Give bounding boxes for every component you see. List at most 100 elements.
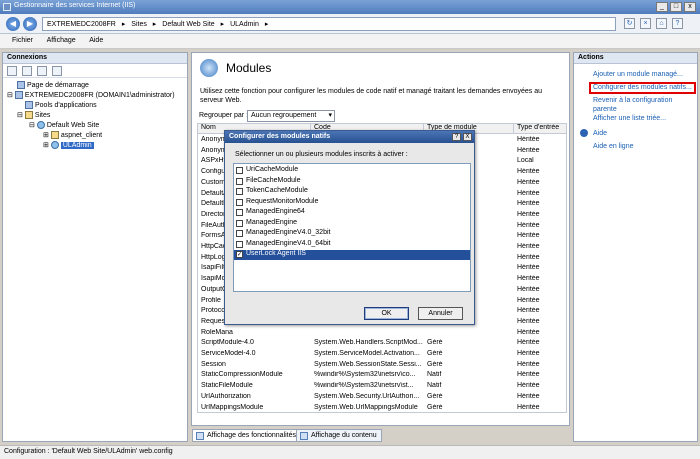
table-row[interactable]: UrlMappingsModule System.Web.UrlMappingsM…	[198, 403, 566, 413]
cell-entry-type: Héritée	[517, 210, 540, 218]
home-icon[interactable]: ⌂	[656, 18, 667, 29]
chevron-right-icon: ▸	[152, 21, 157, 28]
menu-help[interactable]: Aide	[89, 37, 103, 44]
modules-icon	[200, 59, 218, 77]
cell-module-type: Natif	[427, 371, 442, 379]
breadcrumb[interactable]: EXTREMEDC2008FR ▸ Sites ▸ Default Web Si…	[42, 17, 616, 31]
actions-panel: Actions Ajouter un module managé... Conf…	[573, 52, 698, 442]
tree-item-server[interactable]: ⊟ EXTREMEDC2008FR (DOMAIN1\administrator…	[7, 91, 175, 100]
module-list-item[interactable]: TokenCacheModule	[234, 187, 470, 197]
breadcrumb-item[interactable]: EXTREMEDC2008FR	[47, 21, 116, 28]
column-header-entry-type[interactable]: Type d'entrée	[514, 124, 566, 134]
breadcrumb-item[interactable]: Default Web Site	[162, 21, 214, 28]
table-row[interactable]: ScriptModule-4.0 System.Web.Handlers.Scri…	[198, 339, 566, 349]
tree-item-sites[interactable]: ⊟ Sites	[17, 111, 50, 120]
cell-entry-type: Héritée	[517, 200, 540, 208]
menu-view[interactable]: Affichage	[47, 37, 76, 44]
up-icon[interactable]	[36, 66, 47, 76]
module-checkbox[interactable]	[236, 198, 243, 206]
tree-item-default-web-site[interactable]: ⊟ Default Web Site	[29, 121, 99, 130]
cell-name: ServiceModel-4.0	[201, 350, 256, 357]
module-list-item[interactable]: ManagedEngineV4.0_32bit	[234, 229, 470, 239]
cell-entry-type: Héritée	[517, 350, 540, 357]
module-checkbox[interactable]	[236, 209, 243, 216]
refresh-icon[interactable]: ↻	[624, 18, 635, 29]
minimize-button[interactable]: _	[656, 2, 668, 12]
table-row[interactable]: RoleMana Héritée	[198, 329, 566, 339]
ok-button[interactable]: OK	[364, 307, 409, 320]
table-row[interactable]: StaticCompressionModule %windir%\System32…	[198, 371, 566, 381]
menu-bar: Fichier Affichage Aide	[0, 34, 700, 49]
tree-item-uladmin[interactable]: ⊞ ULAdmin	[43, 141, 94, 150]
cell-entry-type: Héritée	[517, 296, 540, 304]
status-bar: Configuration : 'Default Web Site/ULAdmi…	[0, 445, 700, 459]
view-ordered-list-link[interactable]: Afficher une liste triée...	[593, 114, 666, 123]
cell-entry-type: Héritée	[517, 403, 540, 411]
module-checkbox[interactable]	[236, 177, 243, 185]
cell-entry-type: Héritée	[517, 339, 540, 347]
module-list-item[interactable]: RequestMonitorModule	[234, 198, 470, 208]
table-row[interactable]: Session System.Web.SessionState.Sessi... G…	[198, 360, 566, 371]
dialog-close-button[interactable]: X	[463, 133, 472, 141]
connect-icon[interactable]	[7, 66, 17, 76]
breadcrumb-item[interactable]: Sites	[131, 21, 147, 28]
cancel-button[interactable]: Annuler	[418, 307, 463, 320]
module-checkbox[interactable]	[236, 219, 243, 227]
module-list-item[interactable]: ManagedEngine	[234, 219, 470, 229]
module-list-item[interactable]: ManagedEngineV4.0_64bit	[234, 240, 470, 250]
table-row[interactable]: UrlAuthorization System.Web.Security.UrlA…	[198, 393, 566, 403]
save-icon[interactable]	[21, 66, 32, 76]
breadcrumb-item[interactable]: ULAdmin	[230, 21, 259, 28]
module-label: TokenCacheModule	[246, 187, 308, 194]
tree-item-start-page[interactable]: Page de démarrage	[17, 81, 89, 89]
table-row[interactable]: ServiceModel-4.0 System.ServiceModel.Acti…	[198, 350, 566, 360]
server-icon	[14, 91, 23, 100]
features-view-icon	[196, 432, 204, 440]
add-managed-module-link[interactable]: Ajouter un module managé...	[593, 70, 683, 79]
module-checkbox[interactable]	[236, 240, 243, 248]
forward-arrow-icon[interactable]: ▶	[23, 17, 37, 31]
tab-content-view[interactable]: Affichage du contenu	[296, 429, 382, 442]
online-help-link[interactable]: Aide en ligne	[593, 142, 633, 151]
close-button[interactable]: x	[684, 2, 696, 12]
cell-code: System.Web.Handlers.ScriptMod...	[314, 339, 423, 347]
cell-code: %windir%\System32\inetsrv\co...	[314, 371, 416, 379]
address-bar: ◀ ▶ EXTREMEDC2008FR ▸ Sites ▸ Default We…	[0, 14, 700, 34]
revert-to-parent-link[interactable]: Revenir à la configuration parente	[593, 96, 693, 114]
module-list-item[interactable]: FileCacheModule	[234, 177, 470, 187]
module-checkbox[interactable]	[236, 167, 243, 174]
disconnect-icon[interactable]	[51, 66, 62, 76]
group-by-select[interactable]: Aucun regroupement	[247, 110, 335, 122]
maximize-button[interactable]: □	[670, 2, 682, 12]
tab-features-view[interactable]: Affichage des fonctionnalités	[192, 429, 301, 442]
module-checkbox[interactable]: ✓	[236, 251, 243, 258]
cell-entry-type: Local	[517, 157, 534, 165]
stop-icon[interactable]: ×	[640, 18, 651, 29]
cell-name: ScriptModule-4.0	[201, 339, 254, 347]
module-list-item[interactable]: ManagedEngine64	[234, 208, 470, 218]
connections-header: Connexions	[3, 53, 187, 64]
collapse-icon[interactable]: ⊟	[7, 92, 13, 99]
tree-item-aspnet-client[interactable]: ⊞ aspnet_client	[43, 131, 102, 140]
collapse-icon[interactable]: ⊟	[29, 122, 35, 129]
tree-item-app-pools[interactable]: Pools d'applications	[25, 101, 97, 109]
module-label: UriCacheModule	[246, 166, 299, 173]
menu-file[interactable]: Fichier	[12, 37, 33, 44]
back-arrow-icon[interactable]: ◀	[6, 17, 20, 31]
group-by-bar: Regrouper par : Aucun regroupement	[197, 110, 566, 123]
expand-icon[interactable]: ⊞	[43, 142, 49, 149]
module-checkbox[interactable]	[236, 188, 243, 195]
iis-app-icon	[3, 3, 11, 11]
cell-module-type: Géré	[427, 350, 443, 357]
expand-icon[interactable]: ⊞	[43, 132, 49, 139]
cell-module-type: Géré	[427, 403, 443, 411]
module-list-item[interactable]: UriCacheModule	[234, 166, 470, 176]
help-link[interactable]: Aide	[593, 129, 607, 138]
collapse-icon[interactable]: ⊟	[17, 112, 23, 119]
table-row[interactable]: StaticFileModule %windir%\System32\inetsr…	[198, 382, 566, 392]
cell-entry-type: Héritée	[517, 360, 540, 368]
help-icon[interactable]: ?	[672, 18, 683, 29]
module-checkbox[interactable]	[236, 230, 243, 237]
module-list-item[interactable]: ✓ UserLock Agent IIS	[234, 250, 470, 260]
dialog-help-button[interactable]: ?	[452, 133, 461, 141]
